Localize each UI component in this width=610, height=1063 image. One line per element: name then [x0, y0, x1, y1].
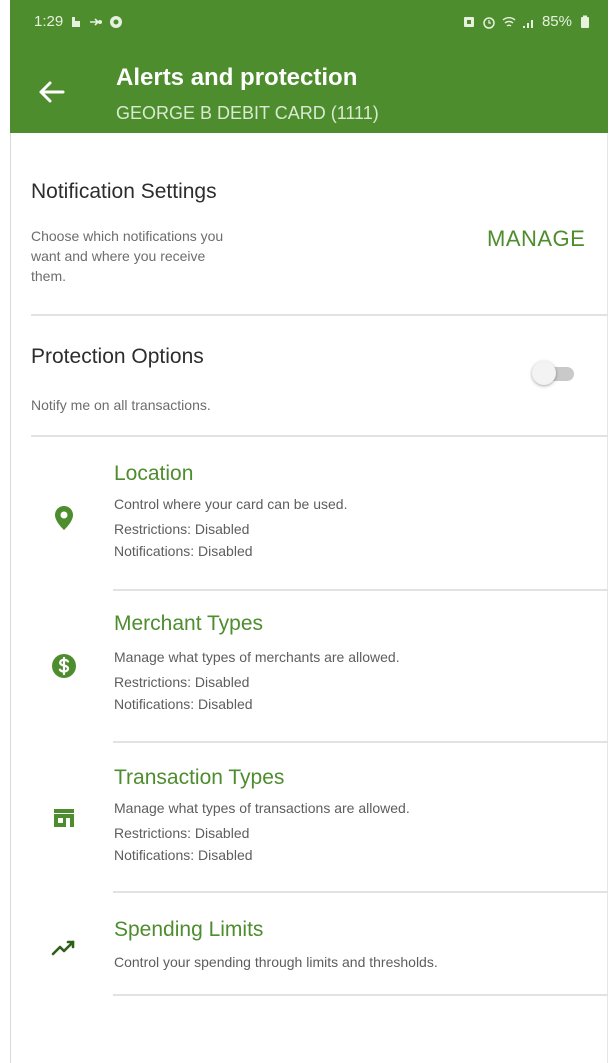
item-restrictions: Restrictions: Disabled [114, 674, 250, 690]
item-restrictions: Restrictions: Disabled [114, 825, 250, 841]
vpn-icon [90, 17, 103, 26]
status-time: 1:29 [34, 13, 64, 30]
app-notification-icon [110, 15, 123, 28]
divider [113, 994, 608, 996]
divider [31, 435, 608, 437]
divider [113, 891, 608, 893]
storefront-icon [54, 809, 74, 827]
app-bar: 1:29 85% Alerts and protection GEORGE B … [10, 0, 608, 133]
item-restrictions: Restrictions: Disabled [114, 521, 250, 537]
item-notifications: Notifications: Disabled [114, 696, 253, 712]
divider [31, 314, 608, 316]
location-pin-icon [55, 506, 73, 530]
item-notifications: Notifications: Disabled [114, 847, 253, 863]
battery-percent: 85% [541, 13, 572, 30]
item-title: Merchant Types [114, 612, 264, 635]
nfc-icon [463, 16, 474, 27]
protection-options-description: Notify me on all transactions. [31, 397, 211, 413]
notification-settings-description-line: them. [31, 268, 67, 284]
list-item-location[interactable]: Location Control where your card can be … [10, 456, 608, 586]
list-item-spending-limits[interactable]: Spending Limits Control your spending th… [10, 912, 608, 982]
item-title: Location [114, 462, 194, 485]
notification-settings-description-line: Choose which notifications you [31, 228, 224, 244]
notify-all-transactions-toggle[interactable] [530, 361, 580, 385]
list-item-transaction-types[interactable]: Transaction Types Manage what types of t… [10, 760, 608, 890]
trending-up-icon [51, 940, 75, 956]
item-description: Control where your card can be used. [114, 496, 348, 512]
item-title: Transaction Types [114, 766, 285, 789]
item-notifications: Notifications: Disabled [114, 543, 253, 559]
back-arrow-icon[interactable] [36, 78, 66, 106]
wifi-icon [502, 16, 516, 27]
notification-settings-description: Choose which notifications you want and … [31, 226, 223, 286]
notification-settings-title: Notification Settings [31, 180, 217, 203]
protection-options-title: Protection Options [31, 345, 204, 368]
item-description: Manage what types of merchants are allow… [114, 649, 400, 665]
list-item-merchant-types[interactable]: Merchant Types Manage what types of merc… [10, 606, 608, 736]
notification-settings-description-line: want and where you receive [31, 248, 206, 264]
alarm-icon [483, 16, 495, 29]
divider [113, 741, 608, 743]
dollar-circle-icon [52, 654, 76, 678]
notification-icon [72, 16, 81, 27]
card-name-subtitle: GEORGE B DEBIT CARD (1111) [116, 103, 379, 123]
page-title: Alerts and protection [116, 64, 358, 91]
status-bar: 1:29 85% [10, 0, 608, 46]
signal-icon [522, 19, 533, 28]
toggle-knob [532, 361, 556, 385]
item-description: Control your spending through limits and… [114, 954, 438, 970]
battery-icon [581, 15, 589, 28]
manage-button[interactable]: MANAGE [487, 226, 585, 252]
item-description: Manage what types of transactions are al… [114, 800, 410, 816]
item-title: Spending Limits [114, 918, 264, 941]
divider [113, 589, 608, 591]
